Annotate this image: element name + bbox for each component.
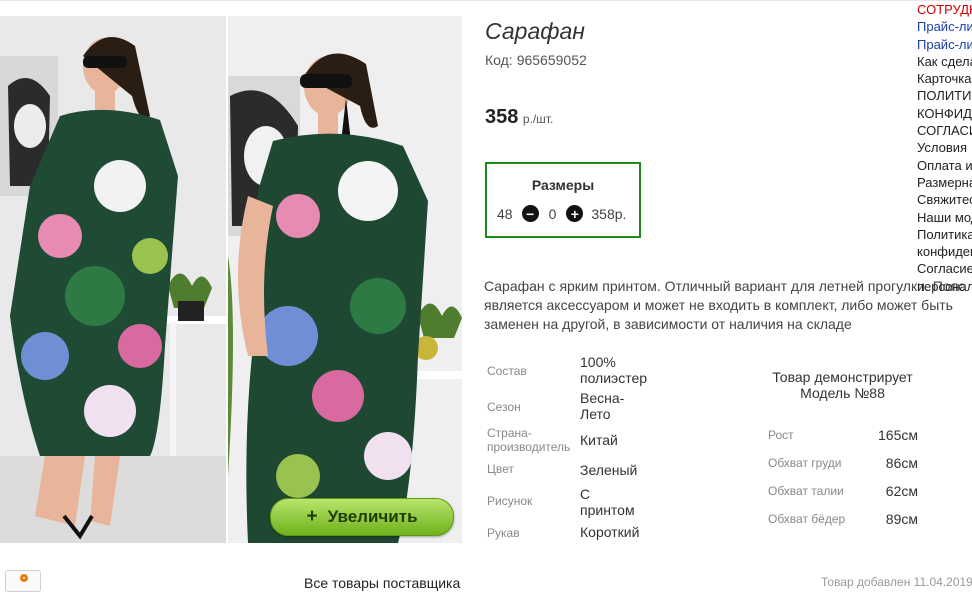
model-param-value: 89см <box>885 511 918 527</box>
product-description: Сарафан с ярким принтом. Отличный вариан… <box>484 277 972 334</box>
sidebar-link[interactable]: Размерная сетка <box>917 174 972 191</box>
sidebar-link[interactable]: ПОЛИТИКА <box>917 87 972 104</box>
product-photo-1[interactable] <box>0 16 226 543</box>
property-label: Рисунок <box>487 494 533 508</box>
property-label: Рукав <box>487 526 520 540</box>
sizes-heading: Размеры <box>531 177 595 193</box>
zoom-button-label: Увеличить <box>327 507 418 526</box>
sidebar-link[interactable]: Согласие на обработку <box>917 260 972 277</box>
property-label: Цвет <box>487 462 514 476</box>
property-value: 100% полиэстер <box>580 354 648 386</box>
price-amount: 358 <box>485 106 519 128</box>
model-heading: Товар демонстрирует Модель №88 <box>760 369 925 401</box>
sidebar-link[interactable]: Карточка <box>917 70 972 87</box>
description-line: является аксессуаром и может не входить … <box>484 297 953 313</box>
product-price: 358 р./шт. <box>485 106 553 129</box>
property-value: Зеленый <box>580 462 638 478</box>
model-heading-line: Товар демонстрирует <box>772 369 913 385</box>
description-line: Сарафан с ярким принтом. Отличный вариан… <box>484 278 966 294</box>
sidebar-link[interactable]: Оплата и доставка <box>917 157 972 174</box>
added-date: Товар добавлен 11.04.2019 <box>821 575 972 589</box>
model-param-label: Обхват талии <box>768 484 844 498</box>
property-label: Состав <box>487 364 527 378</box>
model-param-label: Обхват груди <box>768 456 842 470</box>
sidebar-link[interactable]: Условия <box>917 139 972 156</box>
sidebar-links: СОТРУДНИЧЕСТВО Прайс-лист Прайс-лист Как… <box>917 1 972 295</box>
minus-circle-icon[interactable]: − <box>521 205 539 222</box>
zoom-button[interactable]: + Увеличить <box>270 498 454 536</box>
sidebar-link-price-list[interactable]: Прайс-лист <box>917 18 972 35</box>
size-price: 358р. <box>591 205 627 222</box>
circle-icon <box>20 574 28 582</box>
sidebar-link-cooperation[interactable]: СОТРУДНИЧЕСТВО <box>917 1 972 18</box>
sizes-panel: Размеры 48 − 0 + 358р. <box>485 162 641 238</box>
supplier-icon[interactable] <box>5 570 41 592</box>
price-unit: р./шт. <box>522 112 554 126</box>
property-label: Страна-производитель <box>487 426 571 454</box>
sidebar-link[interactable]: СОГЛАСИЕ <box>917 122 972 139</box>
sidebar-link-price-list[interactable]: Прайс-лист <box>917 36 972 53</box>
sidebar-link[interactable]: конфиденциальности <box>917 243 972 260</box>
model-param-label: Обхват бёдер <box>768 512 846 526</box>
size-value: 48 <box>497 205 513 222</box>
sidebar-link[interactable]: КОНФИДЕНЦИАЛЬНОСТИ <box>917 105 972 122</box>
sidebar-link[interactable]: Свяжитесь с нами <box>917 191 972 208</box>
sidebar-link[interactable]: Как сделать заказ <box>917 53 972 70</box>
sidebar-link[interactable]: персональных данных <box>917 278 972 295</box>
model-param-label: Рост <box>768 428 794 442</box>
property-value: С принтом <box>580 486 635 518</box>
sidebar-link[interactable]: Политика <box>917 226 972 243</box>
description-line: заменен на другой, в зависимости от нали… <box>484 316 852 332</box>
product-photo-2[interactable] <box>228 16 462 543</box>
sidebar-link[interactable]: Наши модели <box>917 209 972 226</box>
property-value: Китай <box>580 432 618 448</box>
product-code: Код: 965659052 <box>485 52 587 68</box>
plus-circle-icon[interactable]: + <box>566 205 584 222</box>
top-divider <box>0 0 972 1</box>
property-value: Короткий <box>580 524 640 540</box>
model-param-value: 62см <box>885 483 918 499</box>
property-value: Весна-Лето <box>580 390 625 422</box>
product-code-label: Код: <box>485 52 513 68</box>
all-supplier-goods-link[interactable]: Все товары поставщика <box>304 575 460 591</box>
quantity-value: 0 <box>548 205 557 222</box>
model-heading-line: Модель №88 <box>800 385 885 401</box>
property-label: Сезон <box>487 400 521 414</box>
model-param-value: 165см <box>878 427 918 443</box>
size-row: 48 − 0 + 358р. <box>497 205 626 222</box>
product-title: Сарафан <box>485 18 585 44</box>
product-code-value: 965659052 <box>516 52 587 68</box>
model-param-value: 86см <box>885 455 918 471</box>
product-gallery[interactable] <box>0 16 462 543</box>
plus-icon: + <box>306 506 318 527</box>
